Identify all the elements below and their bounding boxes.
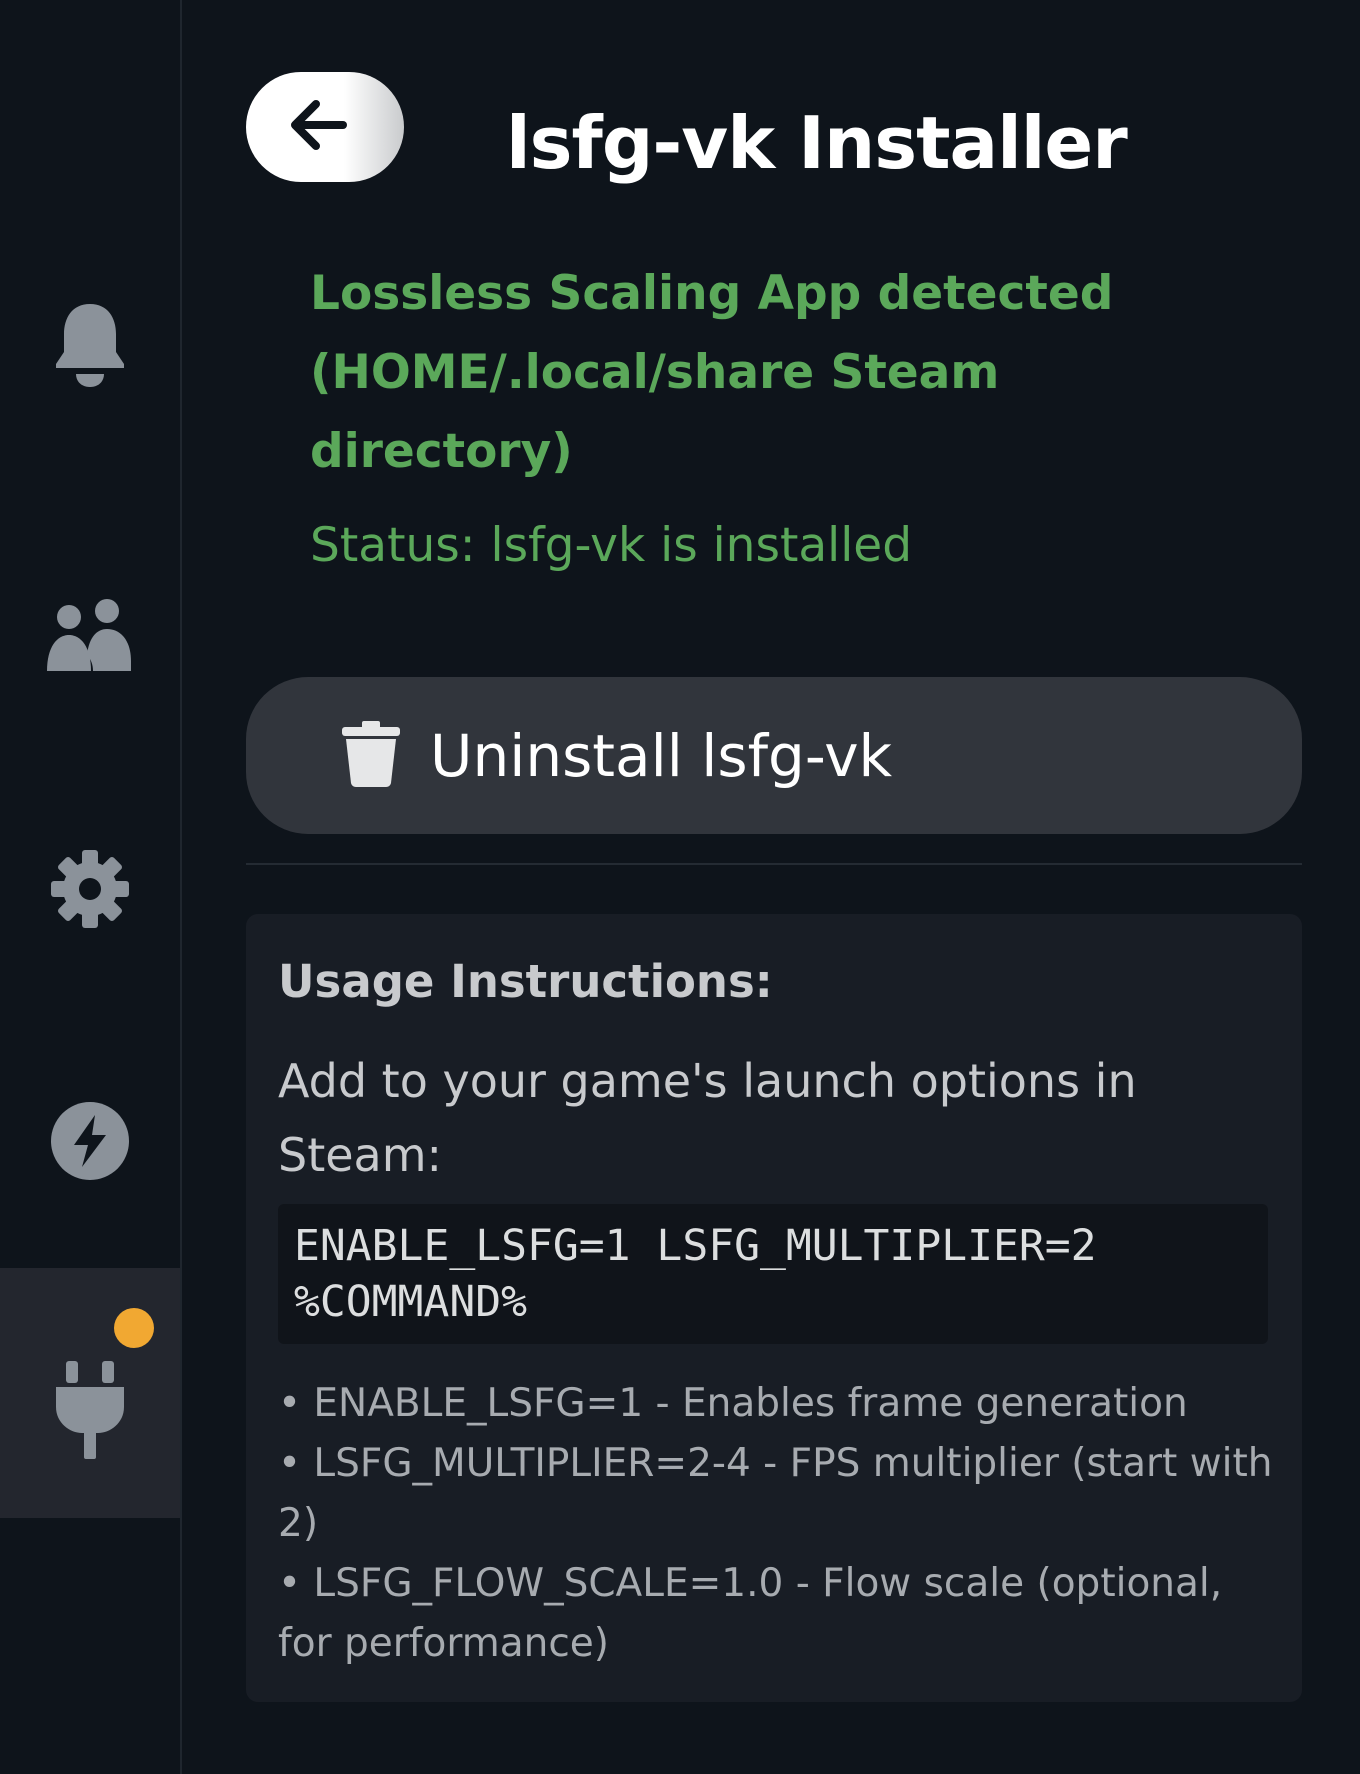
uninstall-button-label: Uninstall lsfg-vk — [430, 721, 893, 790]
sidebar — [0, 0, 182, 1774]
sidebar-item-notifications[interactable] — [0, 290, 180, 400]
usage-instructions-card: Usage Instructions: Add to your game's l… — [246, 914, 1302, 1702]
usage-heading: Usage Instructions: — [278, 955, 773, 1008]
launch-command-code[interactable]: ENABLE_LSFG=1 LSFG_MULTIPLIER=2 %COMMAND… — [278, 1204, 1268, 1344]
trash-icon — [342, 720, 400, 791]
back-button[interactable] — [246, 72, 404, 182]
note-lsfg-multiplier: • LSFG_MULTIPLIER=2-4 - FPS multiplier (… — [278, 1441, 1273, 1546]
uninstall-button[interactable]: Uninstall lsfg-vk — [246, 677, 1302, 834]
usage-notes: • ENABLE_LSFG=1 - Enables frame generati… — [278, 1374, 1288, 1674]
divider — [246, 863, 1302, 865]
arrow-left-icon — [289, 100, 361, 154]
install-status: Status: lsfg-vk is installed — [310, 518, 913, 573]
bell-icon — [52, 302, 128, 388]
lightning-icon — [50, 1101, 130, 1181]
page-title: lsfg-vk Installer — [506, 101, 1128, 185]
sidebar-item-performance[interactable] — [0, 1086, 180, 1196]
note-lsfg-flow-scale: • LSFG_FLOW_SCALE=1.0 - Flow scale (opti… — [278, 1561, 1223, 1666]
friends-icon — [45, 597, 135, 673]
notification-dot — [114, 1308, 154, 1348]
sidebar-item-settings[interactable] — [0, 834, 180, 944]
sidebar-item-plugins[interactable] — [0, 1268, 180, 1518]
plug-icon — [52, 1361, 128, 1461]
sidebar-item-friends[interactable] — [0, 580, 180, 690]
detection-message: Lossless Scaling App detected (HOME/.loc… — [310, 266, 1114, 479]
usage-intro: Add to your game's launch options in Ste… — [278, 1054, 1137, 1182]
main-panel: lsfg-vk Installer Lossless Scaling App d… — [184, 0, 1360, 1774]
gear-icon — [49, 848, 131, 930]
note-enable-lsfg: • ENABLE_LSFG=1 - Enables frame generati… — [278, 1381, 1188, 1426]
